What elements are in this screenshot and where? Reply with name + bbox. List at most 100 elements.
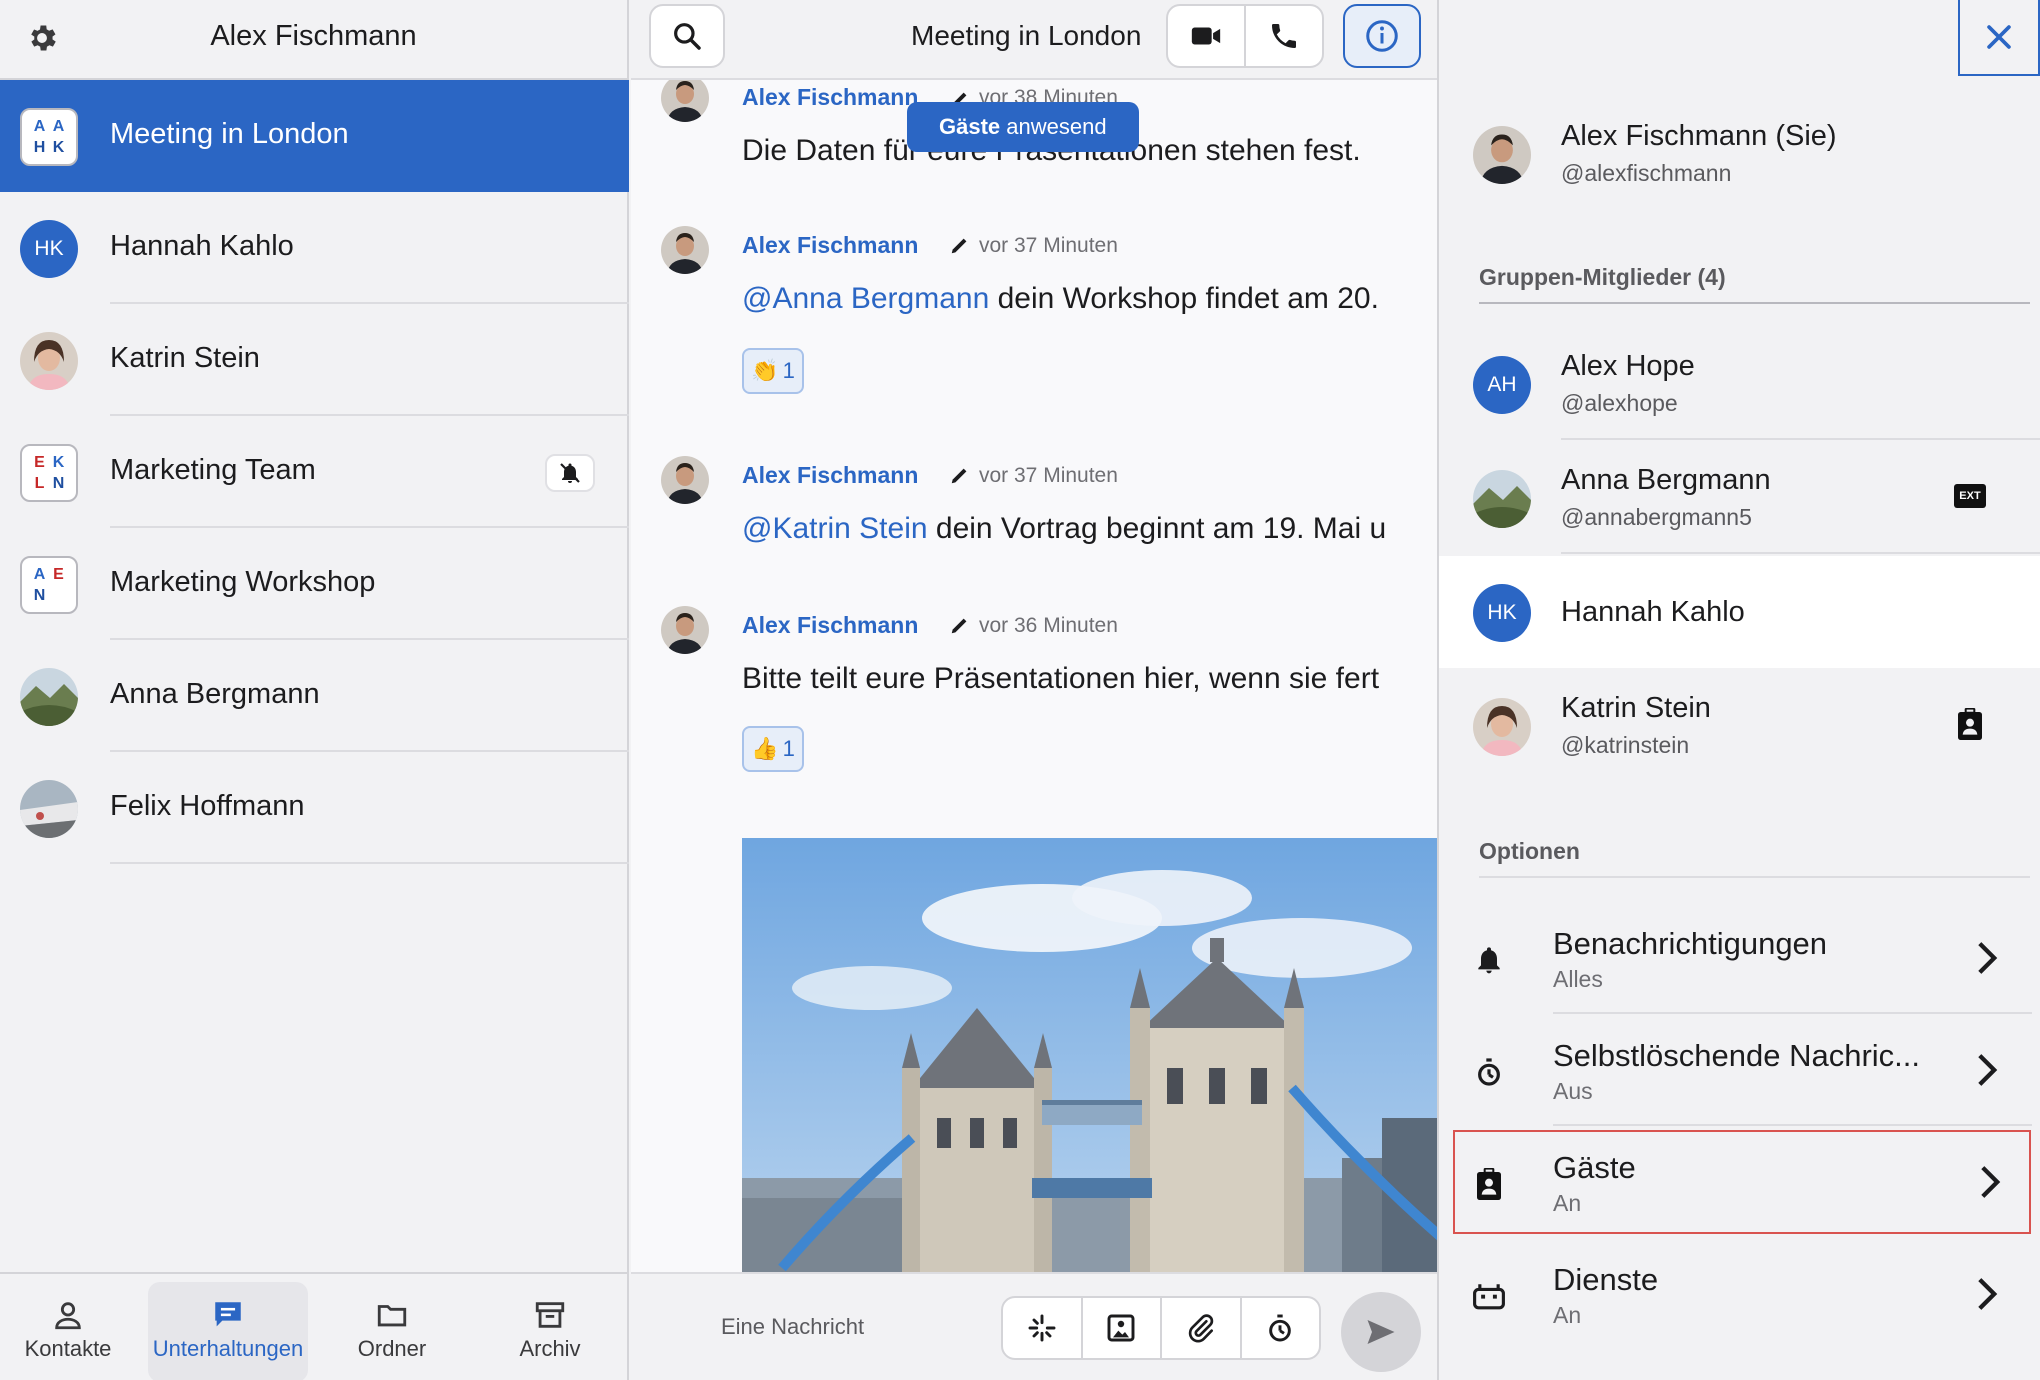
conversation-item-felix-hoffmann[interactable]: Felix Hoffmann [0, 752, 629, 864]
bot-icon [1469, 1276, 1509, 1316]
sidebar-header: Alex Fischmann [0, 0, 627, 80]
info-button[interactable] [1343, 4, 1421, 68]
muted-bell-icon [545, 454, 595, 492]
timer-button[interactable] [1242, 1298, 1320, 1358]
avatar [20, 668, 78, 726]
pencil-icon [951, 618, 967, 634]
attachment-button[interactable] [1162, 1298, 1242, 1358]
message-body: dein Workshop findet am 20. [989, 282, 1379, 315]
avatar [661, 606, 709, 654]
member-name: Alex Fischmann (Sie) [1561, 120, 1837, 152]
avatar [661, 226, 709, 274]
mention-link[interactable]: @Katrin Stein [742, 512, 928, 545]
tab-label: Kontakte [24, 1336, 112, 1361]
member-anna-bergmann[interactable]: Anna Bergmann @annabergmann5 EXT [1439, 442, 2040, 554]
avatar [1473, 698, 1531, 756]
options-section-label: Optionen [1479, 838, 1580, 864]
paperclip-icon [1188, 1314, 1213, 1343]
composer-tools [1001, 1296, 1321, 1360]
conversation-item-marketing-workshop[interactable]: A E N Marketing Workshop [0, 528, 629, 640]
guests-present-banner: Gäste anwesend [907, 102, 1139, 152]
member-handle: @annabergmann5 [1561, 504, 1752, 530]
avatar-letter: K [52, 138, 65, 156]
group-avatar: E K L N [20, 444, 78, 502]
sparkle-button[interactable] [1003, 1298, 1083, 1358]
audio-call-button[interactable] [1244, 4, 1324, 68]
video-camera-icon [1191, 27, 1221, 45]
option-guests[interactable]: Gäste An [1453, 1130, 2031, 1234]
member-katrin-stein[interactable]: Katrin Stein @katrinstein [1439, 670, 2040, 782]
bottom-navigation: Kontakte Unterhaltungen Ordner Archiv [0, 1272, 627, 1380]
message-text: @Katrin Stein dein Vortrag beginnt am 19… [742, 512, 1386, 546]
guests-pill-bold: Gäste [939, 114, 1001, 139]
message-author[interactable]: Alex Fischmann [742, 612, 918, 639]
external-badge: EXT [1954, 484, 1986, 508]
conversation-item-anna-bergmann[interactable]: Anna Bergmann [0, 640, 629, 752]
conversation-item-marketing-team[interactable]: E K L N Marketing Team [0, 416, 629, 528]
conversation-name: Hannah Kahlo [110, 230, 294, 262]
option-value: Alles [1553, 966, 1603, 992]
stopwatch-icon [1469, 1052, 1509, 1092]
member-hannah-kahlo[interactable]: HK Hannah Kahlo [1439, 556, 2040, 668]
reaction-thumbs-up[interactable]: 👍 1 [742, 726, 804, 772]
member-alex-hope[interactable]: AH Alex Hope @alexhope [1439, 328, 2040, 440]
avatar: HK [1473, 584, 1531, 642]
folder-icon [312, 1282, 472, 1332]
reaction-count: 1 [782, 736, 795, 761]
tab-archiv[interactable]: Archiv [470, 1282, 630, 1380]
sparkle-icon [1028, 1314, 1056, 1342]
conversation-item-katrin-stein[interactable]: Katrin Stein [0, 304, 629, 416]
message-author[interactable]: Alex Fischmann [742, 84, 918, 111]
guest-badge-icon [1958, 708, 1982, 740]
tab-unterhaltungen[interactable]: Unterhaltungen [148, 1282, 308, 1380]
member-handle: @katrinstein [1561, 732, 1690, 758]
shared-image-tower-bridge[interactable] [742, 838, 1437, 1278]
message-input[interactable] [721, 1302, 931, 1352]
option-value: An [1553, 1190, 1582, 1216]
message-time: vor 37 Minuten [979, 464, 1118, 487]
chat-bubble-icon [148, 1282, 308, 1332]
option-notifications[interactable]: Benachrichtigungen Alles [1439, 902, 2040, 1014]
option-title: Selbstlöschende Nachric... [1553, 1038, 1921, 1073]
message-time: vor 37 Minuten [979, 234, 1118, 257]
divider [110, 862, 629, 864]
conversation-item-hannah-kahlo[interactable]: HK Hannah Kahlo [0, 192, 629, 304]
message-text: @Anna Bergmann dein Workshop findet am 2… [742, 282, 1379, 316]
avatar-letter: N [33, 586, 46, 604]
send-button[interactable] [1341, 1292, 1421, 1372]
option-services[interactable]: Dienste An [1439, 1238, 2040, 1350]
bell-icon [1469, 940, 1509, 980]
member-self[interactable]: Alex Fischmann (Sie) @alexfischmann [1439, 98, 2040, 210]
reaction-clap[interactable]: 👏 1 [742, 348, 804, 394]
option-title: Benachrichtigungen [1553, 926, 1828, 961]
divider [1553, 1124, 2032, 1126]
message-author[interactable]: Alex Fischmann [742, 232, 918, 259]
avatar-letter: H [33, 138, 46, 156]
guest-badge-icon [1469, 1164, 1509, 1204]
conversation-item-meeting-in-london[interactable]: A A H K Meeting in London [0, 80, 629, 192]
mention-link[interactable]: @Anna Bergmann [742, 282, 989, 315]
group-avatar: A A H K [20, 108, 78, 166]
avatar-letter: L [34, 474, 45, 492]
image-upload-button[interactable] [1083, 1298, 1162, 1358]
close-button[interactable] [1958, 0, 2040, 76]
pencil-icon [951, 238, 967, 254]
divider [1561, 438, 2040, 440]
conversation-name: Meeting in London [110, 118, 349, 150]
member-name: Hannah Kahlo [1561, 596, 1745, 628]
search-button[interactable] [649, 4, 725, 68]
guests-pill-text: anwesend [1000, 114, 1107, 139]
tab-ordner[interactable]: Ordner [312, 1282, 472, 1380]
video-call-button[interactable] [1166, 4, 1246, 68]
message-time: vor 36 Minuten [979, 614, 1118, 637]
option-value: An [1553, 1302, 1582, 1328]
option-self-destructing-messages[interactable]: Selbstlöschende Nachric... Aus [1439, 1014, 2040, 1126]
avatar [1473, 470, 1531, 528]
avatar-letter: E [53, 565, 64, 583]
tab-kontakte[interactable]: Kontakte [0, 1282, 148, 1380]
avatar [20, 780, 78, 838]
option-title: Dienste [1553, 1262, 1659, 1297]
conversation-sidebar: Alex Fischmann A A H K Meeting in London… [0, 0, 629, 1380]
option-title: Gäste [1553, 1150, 1636, 1185]
message-author[interactable]: Alex Fischmann [742, 462, 918, 489]
